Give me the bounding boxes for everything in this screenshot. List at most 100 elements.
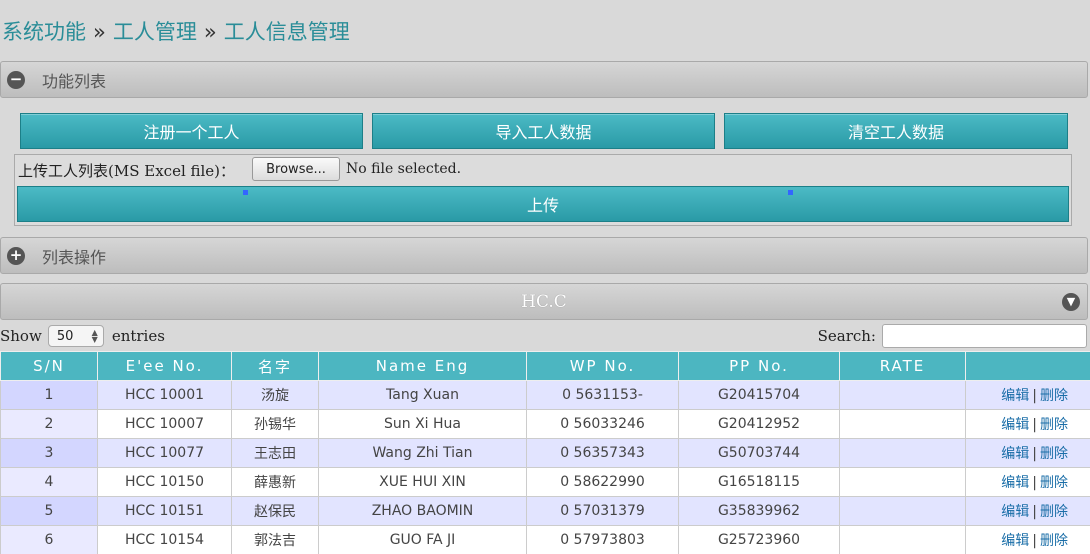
cell-rate	[839, 438, 966, 468]
worker-table: S/N E'ee No. 名字 Name Eng WP No. PP No. R…	[0, 351, 1090, 554]
cell-actions: 编辑 | 删除	[965, 380, 1090, 410]
cell-rate	[839, 525, 966, 554]
function-list-panel-header[interactable]: − 功能列表	[0, 61, 1088, 98]
col-header-name[interactable]: 名字	[231, 351, 319, 381]
entries-select[interactable]: 50 ▲ ▼	[47, 325, 104, 347]
entries-control: Show 50 ▲ ▼ entries	[0, 325, 165, 347]
cell-wp-no: 0 56033246	[526, 409, 679, 439]
show-label: Show	[0, 327, 42, 345]
delete-link[interactable]: 删除	[1040, 417, 1068, 433]
cell-name: 赵保民	[231, 496, 319, 526]
clear-worker-data-button[interactable]: 清空工人数据	[724, 113, 1068, 149]
action-separator: |	[1032, 388, 1037, 404]
upload-form: 上传工人列表(MS Excel file)： Browse... No file…	[14, 154, 1072, 226]
spinner-arrows-icon: ▲ ▼	[91, 328, 98, 344]
cell-actions: 编辑 | 删除	[965, 496, 1090, 526]
cell-sn: 3	[0, 438, 98, 468]
chevron-down-icon[interactable]: ▼	[1062, 293, 1080, 311]
minus-circle-icon[interactable]: −	[7, 70, 25, 89]
cell-pp-no: G25723960	[678, 525, 840, 554]
cell-sn: 5	[0, 496, 98, 526]
table-row: 1 HCC 10001 汤旋 Tang Xuan 0 5631153- G20415704…	[0, 380, 1090, 410]
section-title: HC.C	[521, 292, 567, 312]
function-list-label: 功能列表	[42, 71, 107, 91]
delete-link[interactable]: 删除	[1040, 475, 1068, 491]
delete-link[interactable]: 删除	[1040, 446, 1068, 462]
table-row: 6 HCC 10154 郭法吉 GUO FA JI 0 57973803 G2572396…	[0, 525, 1090, 554]
list-operations-label: 列表操作	[42, 247, 107, 267]
breadcrumb-separator: »	[93, 20, 106, 44]
cell-eee-no: HCC 10001	[97, 380, 232, 410]
cell-pp-no: G50703744	[678, 438, 840, 468]
cell-eee-no: HCC 10154	[97, 525, 232, 554]
col-header-pp-no[interactable]: PP No.	[678, 351, 840, 381]
cell-name-eng: Tang Xuan	[318, 380, 527, 410]
cell-rate	[839, 467, 966, 497]
file-status: No file selected.	[346, 161, 462, 177]
selection-handle	[788, 190, 793, 195]
col-header-rate[interactable]: RATE	[839, 351, 966, 381]
cell-eee-no: HCC 10077	[97, 438, 232, 468]
edit-link[interactable]: 编辑	[1001, 504, 1029, 520]
cell-name: 王志田	[231, 438, 319, 468]
table-row: 2 HCC 10007 孙锡华 Sun Xi Hua 0 56033246 G204129…	[0, 409, 1090, 439]
cell-pp-no: G20412952	[678, 409, 840, 439]
cell-pp-no: G16518115	[678, 467, 840, 497]
breadcrumb-item-worker-mgmt[interactable]: 工人管理	[113, 20, 197, 44]
edit-link[interactable]: 编辑	[1001, 417, 1029, 433]
delete-link[interactable]: 删除	[1040, 533, 1068, 549]
section-header[interactable]: HC.C ▼	[0, 283, 1088, 320]
col-header-sn[interactable]: S/N	[0, 351, 98, 381]
delete-link[interactable]: 删除	[1040, 388, 1068, 404]
cell-wp-no: 0 57031379	[526, 496, 679, 526]
col-header-actions	[965, 351, 1090, 381]
cell-rate	[839, 409, 966, 439]
delete-link[interactable]: 删除	[1040, 504, 1068, 520]
entries-label: entries	[111, 327, 165, 345]
cell-sn: 1	[0, 380, 98, 410]
cell-actions: 编辑 | 删除	[965, 409, 1090, 439]
cell-name-eng: ZHAO BAOMIN	[318, 496, 527, 526]
cell-eee-no: HCC 10007	[97, 409, 232, 439]
table-row: 3 HCC 10077 王志田 Wang Zhi Tian 0 56357343 G507…	[0, 438, 1090, 468]
edit-link[interactable]: 编辑	[1001, 533, 1029, 549]
cell-wp-no: 0 56357343	[526, 438, 679, 468]
breadcrumb-item-worker-info: 工人信息管理	[223, 20, 350, 44]
plus-circle-icon[interactable]: +	[7, 246, 25, 265]
cell-name: 汤旋	[231, 380, 319, 410]
cell-actions: 编辑 | 删除	[965, 438, 1090, 468]
browse-button[interactable]: Browse...	[252, 157, 340, 181]
col-header-eee-no[interactable]: E'ee No.	[97, 351, 232, 381]
table-row: 5 HCC 10151 赵保民 ZHAO BAOMIN 0 57031379 G35839…	[0, 496, 1090, 526]
cell-sn: 6	[0, 525, 98, 554]
import-worker-data-button[interactable]: 导入工人数据	[372, 113, 715, 149]
cell-wp-no: 0 58622990	[526, 467, 679, 497]
cell-wp-no: 0 57973803	[526, 525, 679, 554]
cell-name-eng: Sun Xi Hua	[318, 409, 527, 439]
cell-rate	[839, 380, 966, 410]
cell-rate	[839, 496, 966, 526]
list-operations-panel-header[interactable]: + 列表操作	[0, 237, 1088, 274]
breadcrumb-item-system[interactable]: 系统功能	[2, 20, 86, 44]
entries-value: 50	[56, 328, 74, 344]
upload-label: 上传工人列表(MS Excel file)：	[18, 162, 236, 180]
edit-link[interactable]: 编辑	[1001, 446, 1029, 462]
cell-actions: 编辑 | 删除	[965, 525, 1090, 554]
cell-name: 郭法吉	[231, 525, 319, 554]
register-worker-button[interactable]: 注册一个工人	[20, 113, 363, 149]
cell-pp-no: G20415704	[678, 380, 840, 410]
action-separator: |	[1032, 446, 1037, 462]
cell-sn: 4	[0, 467, 98, 497]
col-header-wp-no[interactable]: WP No.	[526, 351, 679, 381]
search-input[interactable]	[882, 324, 1087, 348]
breadcrumb-separator: »	[203, 20, 217, 44]
search-label: Search:	[817, 327, 876, 345]
action-separator: |	[1032, 533, 1037, 549]
search-control: Search:	[818, 324, 1087, 348]
cell-eee-no: HCC 10150	[97, 467, 232, 497]
edit-link[interactable]: 编辑	[1001, 388, 1029, 404]
cell-name-eng: Wang Zhi Tian	[318, 438, 527, 468]
edit-link[interactable]: 编辑	[1001, 475, 1029, 491]
col-header-name-eng[interactable]: Name Eng	[318, 351, 527, 381]
upload-button[interactable]: 上传	[17, 186, 1069, 222]
